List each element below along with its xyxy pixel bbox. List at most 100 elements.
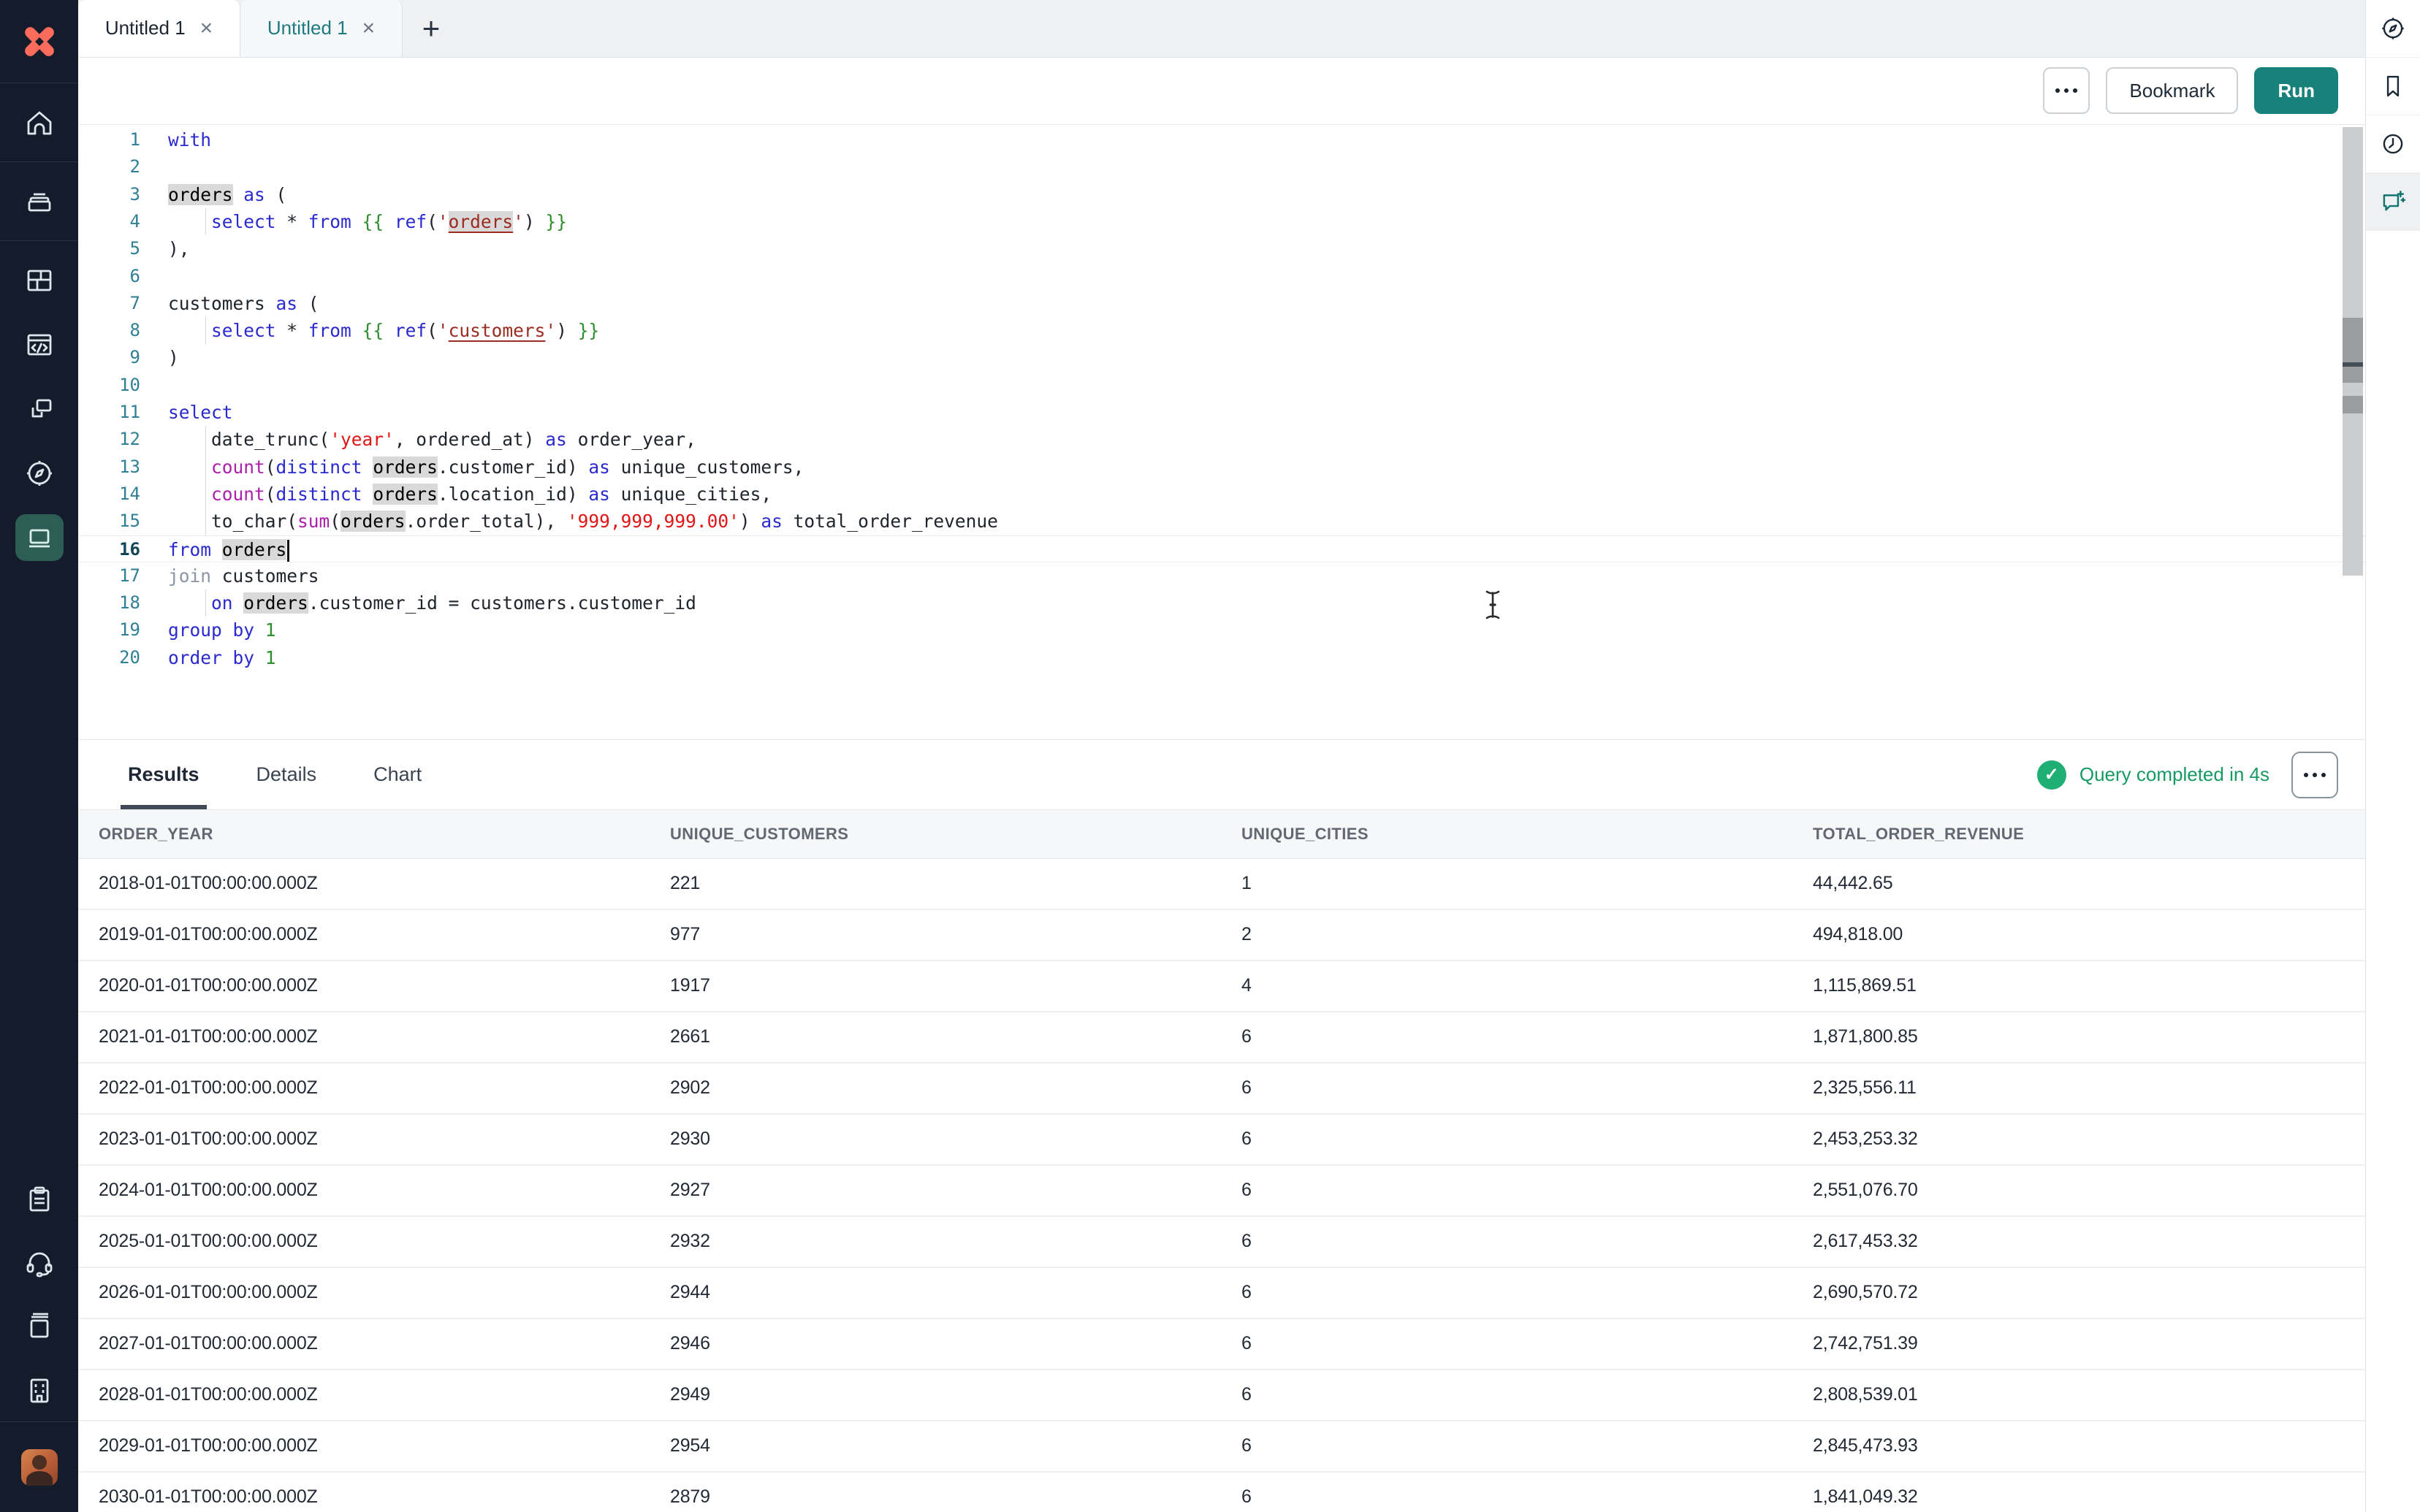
code-line[interactable]: 11 select bbox=[78, 399, 2365, 426]
sidebar-item-support[interactable] bbox=[0, 1231, 78, 1294]
line-number[interactable]: 14 bbox=[78, 481, 140, 508]
main-panel: Untitled 1 × Untitled 1 × + Bookmark Run… bbox=[78, 0, 2365, 1512]
sidebar-item-code-window[interactable] bbox=[0, 313, 78, 377]
code-line[interactable]: 4 select * from {{ ref('orders') }} bbox=[78, 208, 2365, 235]
sql-editor[interactable]: 1with23orders as (4 select * from {{ ref… bbox=[78, 125, 2365, 739]
table-row[interactable]: 2022-01-01T00:00:00.000Z290262,325,556.1… bbox=[78, 1064, 2365, 1115]
sidebar-item-explore[interactable] bbox=[0, 441, 78, 505]
code-line[interactable]: 9) bbox=[78, 344, 2365, 371]
line-number[interactable]: 18 bbox=[78, 589, 140, 616]
tab-untitled-1[interactable]: Untitled 1 × bbox=[78, 0, 240, 57]
compass-icon bbox=[23, 457, 56, 489]
code-line[interactable]: 16 from orders bbox=[78, 535, 2365, 562]
code-token: select bbox=[211, 211, 276, 232]
table-cell: 2024-01-01T00:00:00.000Z bbox=[78, 1180, 650, 1201]
close-icon[interactable]: × bbox=[200, 18, 213, 39]
code-line[interactable]: 12 date_trunc('year', ordered_at) as ord… bbox=[78, 426, 2365, 453]
sidebar-item-components[interactable] bbox=[0, 377, 78, 441]
line-number[interactable]: 8 bbox=[78, 317, 140, 344]
code-line[interactable]: 7customers as ( bbox=[78, 290, 2365, 317]
sidebar-item-docs[interactable] bbox=[0, 1294, 78, 1358]
line-number[interactable]: 17 bbox=[78, 562, 140, 589]
code-line[interactable]: 19group by 1 bbox=[78, 616, 2365, 644]
line-number[interactable]: 12 bbox=[78, 426, 140, 453]
line-number[interactable]: 2 bbox=[78, 153, 140, 180]
avatar[interactable] bbox=[21, 1449, 58, 1486]
sidebar-item-bookmarks[interactable] bbox=[2366, 58, 2420, 115]
line-number[interactable]: 20 bbox=[78, 644, 140, 671]
close-icon[interactable]: × bbox=[362, 18, 376, 39]
bookmark-button[interactable]: Bookmark bbox=[2106, 67, 2238, 114]
sidebar-item-workspace[interactable] bbox=[0, 505, 78, 570]
table-row[interactable]: 2020-01-01T00:00:00.000Z191741,115,869.5… bbox=[78, 961, 2365, 1012]
results-more-button[interactable] bbox=[2291, 752, 2338, 798]
code-line[interactable]: 17join customers bbox=[78, 562, 2365, 589]
more-options-button[interactable] bbox=[2043, 67, 2090, 114]
code-token: orders bbox=[168, 184, 233, 205]
tab-details[interactable]: Details bbox=[256, 740, 317, 809]
code-line[interactable]: 5), bbox=[78, 235, 2365, 262]
new-tab-button[interactable]: + bbox=[403, 0, 460, 57]
tab-chart[interactable]: Chart bbox=[373, 740, 422, 809]
table-row[interactable]: 2025-01-01T00:00:00.000Z293262,617,453.3… bbox=[78, 1217, 2365, 1268]
line-number[interactable]: 1 bbox=[78, 126, 140, 153]
line-number[interactable]: 6 bbox=[78, 263, 140, 290]
code-line[interactable]: 8 select * from {{ ref('customers') }} bbox=[78, 317, 2365, 344]
table-cell: 2,325,556.11 bbox=[1792, 1077, 2365, 1099]
run-button[interactable]: Run bbox=[2254, 67, 2338, 114]
line-number[interactable]: 19 bbox=[78, 616, 140, 644]
sidebar-item-history[interactable] bbox=[2366, 115, 2420, 173]
table-row[interactable]: 2024-01-01T00:00:00.000Z292762,551,076.7… bbox=[78, 1166, 2365, 1217]
code-line[interactable]: 6 bbox=[78, 263, 2365, 290]
table-row[interactable]: 2028-01-01T00:00:00.000Z294962,808,539.0… bbox=[78, 1370, 2365, 1421]
sidebar-item-apps[interactable] bbox=[0, 248, 78, 313]
table-row[interactable]: 2029-01-01T00:00:00.000Z295462,845,473.9… bbox=[78, 1421, 2365, 1473]
tab-results[interactable]: Results bbox=[128, 740, 199, 809]
code-window-icon bbox=[23, 329, 56, 361]
line-number[interactable]: 3 bbox=[78, 181, 140, 208]
line-number[interactable]: 7 bbox=[78, 290, 140, 317]
line-number[interactable]: 16 bbox=[78, 536, 140, 562]
code-text: select bbox=[168, 399, 233, 426]
table-row[interactable]: 2026-01-01T00:00:00.000Z294462,690,570.7… bbox=[78, 1268, 2365, 1319]
code-token: ( bbox=[427, 211, 438, 232]
code-line[interactable]: 15 to_char(sum(orders.order_total), '999… bbox=[78, 508, 2365, 535]
line-number[interactable]: 9 bbox=[78, 344, 140, 371]
table-cell: 2,551,076.70 bbox=[1792, 1180, 2365, 1201]
table-row[interactable]: 2019-01-01T00:00:00.000Z9772494,818.00 bbox=[78, 910, 2365, 961]
code-line[interactable]: 2 bbox=[78, 153, 2365, 180]
table-row[interactable]: 2023-01-01T00:00:00.000Z293062,453,253.3… bbox=[78, 1115, 2365, 1166]
sidebar-item-ai-assistant[interactable] bbox=[2366, 173, 2420, 231]
line-number[interactable]: 5 bbox=[78, 235, 140, 262]
code-line[interactable]: 3orders as ( bbox=[78, 181, 2365, 208]
code-line[interactable]: 14 count(distinct orders.location_id) as… bbox=[78, 481, 2365, 508]
line-number[interactable]: 11 bbox=[78, 399, 140, 426]
table-row[interactable]: 2018-01-01T00:00:00.000Z221144,442.65 bbox=[78, 859, 2365, 910]
code-line[interactable]: 20order by 1 bbox=[78, 644, 2365, 671]
book-icon bbox=[23, 1310, 56, 1343]
sidebar-item-projects[interactable] bbox=[0, 162, 78, 241]
line-number[interactable]: 10 bbox=[78, 372, 140, 399]
table-row[interactable]: 2021-01-01T00:00:00.000Z266161,871,800.8… bbox=[78, 1012, 2365, 1064]
code-line[interactable]: 13 count(distinct orders.customer_id) as… bbox=[78, 454, 2365, 481]
sidebar-item-organization[interactable] bbox=[0, 1358, 78, 1421]
code-text: from orders bbox=[168, 536, 289, 562]
tab-untitled-2[interactable]: Untitled 1 × bbox=[240, 0, 403, 57]
sidebar-item-home[interactable] bbox=[0, 83, 78, 162]
line-number[interactable]: 13 bbox=[78, 454, 140, 481]
table-body: 2018-01-01T00:00:00.000Z221144,442.65201… bbox=[78, 859, 2365, 1512]
line-number[interactable]: 15 bbox=[78, 508, 140, 535]
sidebar-item-explore-right[interactable] bbox=[2366, 0, 2420, 58]
sidebar-item-templates[interactable] bbox=[0, 1167, 78, 1231]
editor-scrollbar[interactable] bbox=[2343, 127, 2363, 576]
code-line[interactable]: 1with bbox=[78, 126, 2365, 153]
building-icon bbox=[23, 1374, 56, 1406]
table-cell: 2,453,253.32 bbox=[1792, 1129, 2365, 1150]
code-line[interactable]: 10 bbox=[78, 372, 2365, 399]
code-line[interactable]: 18 on orders.customer_id = customers.cus… bbox=[78, 589, 2365, 616]
table-row[interactable]: 2027-01-01T00:00:00.000Z294662,742,751.3… bbox=[78, 1319, 2365, 1370]
hex-logo[interactable] bbox=[0, 0, 78, 83]
table-row[interactable]: 2030-01-01T00:00:00.000Z287961,841,049.3… bbox=[78, 1473, 2365, 1512]
line-number[interactable]: 4 bbox=[78, 208, 140, 235]
table-cell: 2 bbox=[1221, 924, 1792, 945]
